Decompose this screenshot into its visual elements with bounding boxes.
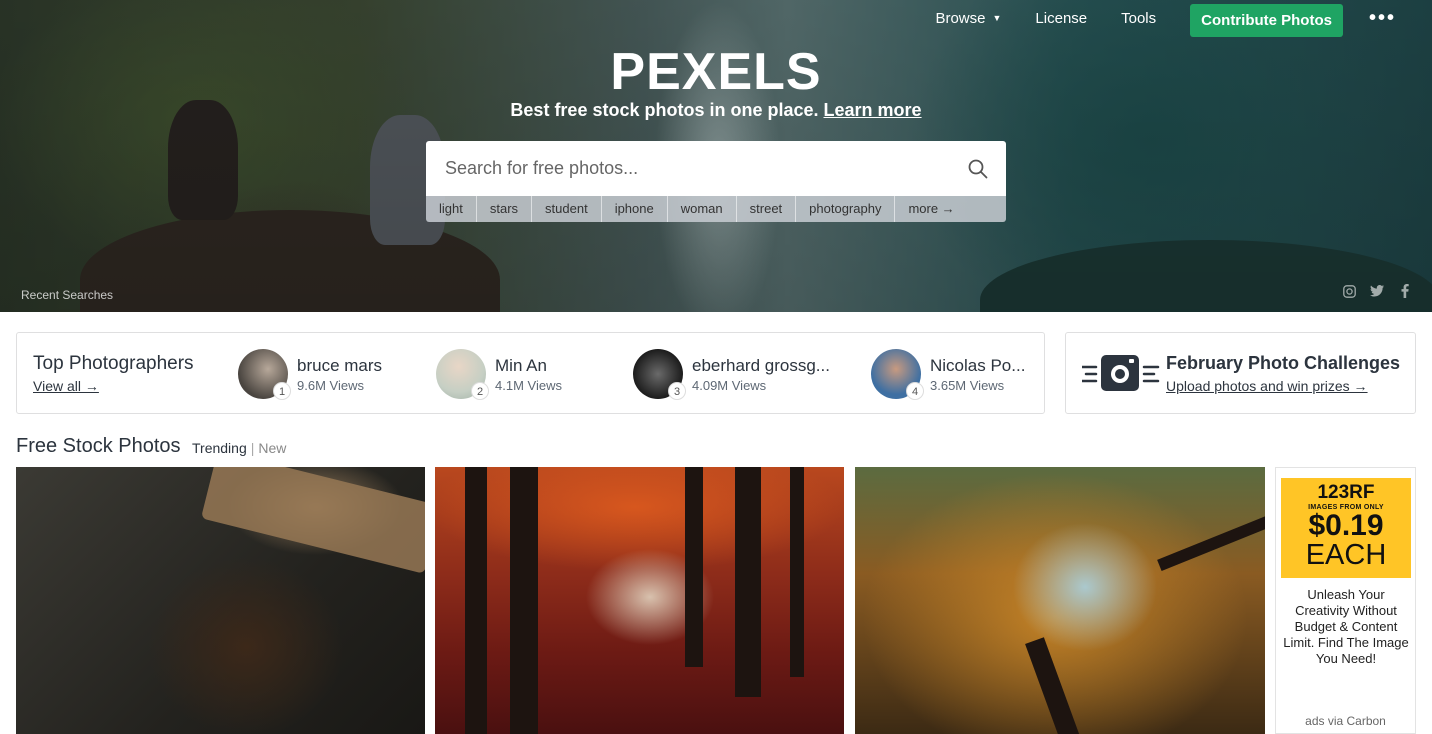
upload-photos-link[interactable]: Upload photos and win prizes → bbox=[1166, 378, 1368, 394]
twitter-icon[interactable] bbox=[1370, 284, 1384, 298]
photographer-views: 4.09M Views bbox=[692, 377, 767, 393]
section-title: Free Stock Photos bbox=[16, 435, 181, 457]
ad-text[interactable]: Unleash Your Creativity Without Budget &… bbox=[1282, 587, 1410, 667]
facebook-icon[interactable] bbox=[1398, 284, 1412, 298]
tree-trunk bbox=[1025, 637, 1085, 734]
rank-badge: 3 bbox=[668, 382, 686, 400]
photographer-name[interactable]: bruce mars bbox=[297, 356, 382, 376]
avatar[interactable]: 4 bbox=[871, 349, 924, 400]
challenge-title[interactable]: February Photo Challenges bbox=[1166, 353, 1400, 374]
caret-down-icon: ▼ bbox=[992, 13, 1002, 23]
photographer-views: 9.6M Views bbox=[297, 377, 364, 393]
nav-browse[interactable]: Browse ▼ bbox=[935, 10, 1001, 27]
photo-card-autumn-canopy[interactable] bbox=[855, 467, 1265, 734]
tag-photography[interactable]: photography bbox=[796, 196, 896, 222]
ad-brand-logo: 123RF bbox=[1317, 482, 1375, 503]
photographer-item[interactable]: 4 Nicolas Po... 3.65M Views bbox=[871, 348, 1025, 400]
tag-iphone[interactable]: iphone bbox=[602, 196, 668, 222]
view-all-link[interactable]: View all → bbox=[33, 378, 99, 394]
contribute-photos-button[interactable]: Contribute Photos bbox=[1190, 3, 1343, 37]
avatar[interactable]: 3 bbox=[633, 349, 686, 400]
top-nav: Browse ▼ License Tools Contribute Photos… bbox=[935, 0, 1432, 37]
photographer-views: 3.65M Views bbox=[930, 377, 1005, 393]
tag-light[interactable]: light bbox=[426, 196, 477, 222]
photographer-name[interactable]: Nicolas Po... bbox=[930, 356, 1025, 376]
avatar[interactable]: 2 bbox=[436, 349, 489, 400]
tagline-text: Best free stock photos in one place. bbox=[510, 100, 819, 120]
ad-price: $0.19 bbox=[1308, 509, 1384, 542]
tree-trunk bbox=[790, 467, 804, 677]
nav-tools[interactable]: Tools bbox=[1121, 10, 1156, 27]
sort-tabs: Trending | New bbox=[192, 440, 286, 456]
ad-banner[interactable]: 123RF IMAGES FROM ONLY $0.19 EACH bbox=[1281, 478, 1411, 578]
tree-trunk bbox=[735, 467, 761, 697]
coffee-bag-shape bbox=[200, 467, 425, 574]
photo-challenge-card[interactable]: February Photo Challenges Upload photos … bbox=[1065, 332, 1416, 414]
social-links bbox=[1342, 284, 1412, 298]
photographer-item[interactable]: 3 eberhard grossg... 4.09M Views bbox=[633, 348, 830, 400]
learn-more-link[interactable]: Learn more bbox=[824, 100, 922, 120]
nav-license[interactable]: License bbox=[1035, 10, 1087, 27]
tab-separator: | bbox=[250, 440, 255, 456]
instagram-icon[interactable] bbox=[1342, 284, 1356, 298]
search-box bbox=[426, 141, 1006, 196]
recent-searches-link[interactable]: Recent Searches bbox=[21, 288, 113, 302]
tag-woman[interactable]: woman bbox=[668, 196, 737, 222]
tree-trunk bbox=[465, 467, 487, 734]
ad-each: EACH bbox=[1305, 539, 1387, 571]
photo-card-coffee-beans[interactable] bbox=[16, 467, 425, 734]
tree-trunk bbox=[1157, 514, 1265, 572]
photographer-item[interactable]: 1 bruce mars 9.6M Views bbox=[238, 348, 382, 400]
search-suggestion-tags: light stars student iphone woman street … bbox=[426, 196, 1006, 222]
nav-browse-label: Browse bbox=[935, 9, 986, 27]
photographer-name[interactable]: Min An bbox=[495, 356, 562, 376]
photo-card-autumn-forest[interactable] bbox=[435, 467, 844, 734]
camera-icon bbox=[1082, 355, 1160, 391]
tag-more[interactable]: more → bbox=[895, 196, 967, 222]
hero-tagline: Best free stock photos in one place. Lea… bbox=[0, 100, 1432, 121]
tab-new[interactable]: New bbox=[258, 440, 286, 456]
avatar[interactable]: 1 bbox=[238, 349, 291, 400]
pexels-logo[interactable]: PEXELS bbox=[0, 42, 1432, 102]
hero-banner: Browse ▼ License Tools Contribute Photos… bbox=[0, 0, 1432, 312]
photographer-item[interactable]: 2 Min An 4.1M Views bbox=[436, 348, 562, 400]
top-photographers-title: Top Photographers bbox=[33, 353, 194, 374]
tag-street[interactable]: street bbox=[737, 196, 797, 222]
photographer-views: 4.1M Views bbox=[495, 377, 562, 393]
tag-student[interactable]: student bbox=[532, 196, 602, 222]
search-icon[interactable] bbox=[950, 141, 1006, 196]
tree-trunk bbox=[685, 467, 703, 667]
tree-trunk bbox=[510, 467, 538, 734]
search-input[interactable] bbox=[426, 141, 950, 196]
tag-stars[interactable]: stars bbox=[477, 196, 533, 222]
tab-trending[interactable]: Trending bbox=[192, 440, 247, 456]
ads-via-carbon-link[interactable]: ads via Carbon bbox=[1276, 714, 1415, 728]
photographer-name[interactable]: eberhard grossg... bbox=[692, 356, 830, 376]
top-photographers-card: Top Photographers View all → 1 bruce mar… bbox=[16, 332, 1045, 414]
rank-badge: 1 bbox=[273, 382, 291, 400]
rank-badge: 2 bbox=[471, 382, 489, 400]
rank-badge: 4 bbox=[906, 382, 924, 400]
carbon-ad[interactable]: 123RF IMAGES FROM ONLY $0.19 EACH Unleas… bbox=[1275, 467, 1416, 734]
more-menu-icon[interactable]: ••• bbox=[1369, 7, 1396, 30]
